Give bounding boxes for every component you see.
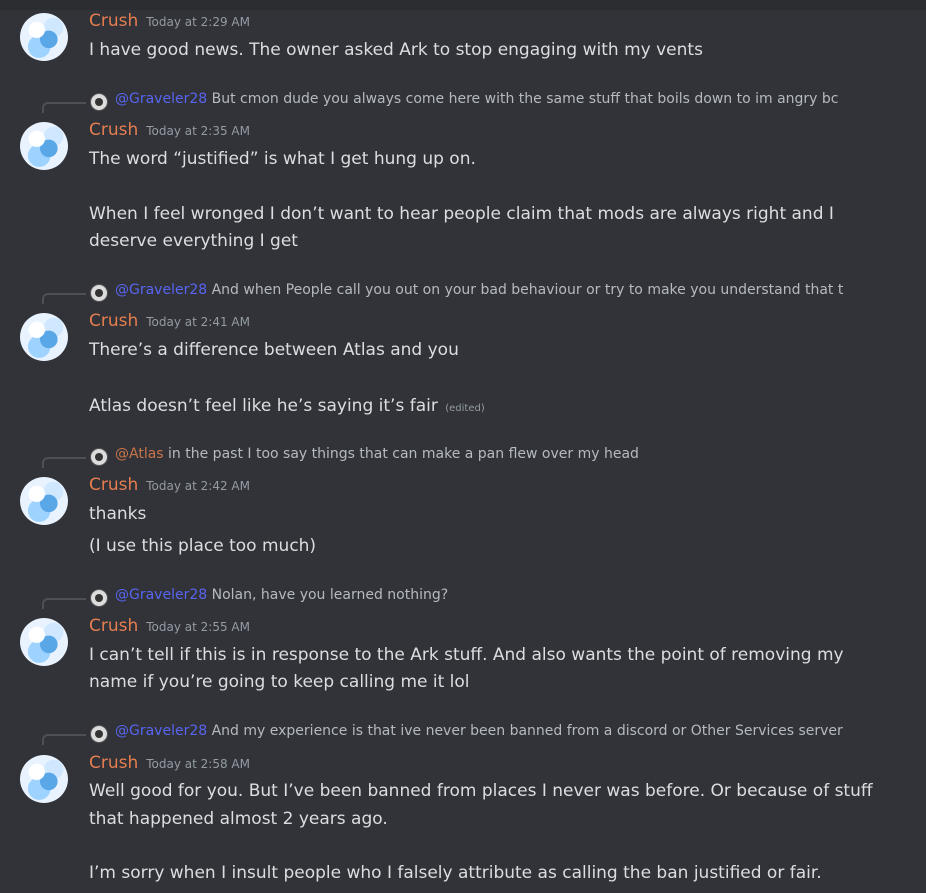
timestamp[interactable]: Today at 2:58 AM xyxy=(146,757,250,771)
reply-preview[interactable]: @Graveler28 And my experience is that iv… xyxy=(0,723,926,745)
reply-text[interactable]: Nolan, have you learned nothing? xyxy=(212,587,449,603)
message-header: Crush Today at 2:41 AM xyxy=(89,311,250,331)
timestamp[interactable]: Today at 2:35 AM xyxy=(146,124,250,138)
message-header: Crush Today at 2:42 AM xyxy=(89,475,250,495)
reply-mention[interactable]: @Graveler28 xyxy=(115,91,207,107)
message-header: Crush Today at 2:55 AM xyxy=(89,616,250,636)
reply-mention[interactable]: @Graveler28 xyxy=(115,282,207,298)
author-name[interactable]: Crush xyxy=(89,11,138,31)
message-text: I’m sorry when I insult people who I fal… xyxy=(89,863,822,883)
reply-text[interactable]: And my experience is that ive never been… xyxy=(212,723,843,739)
edited-label[interactable]: (edited) xyxy=(445,403,485,414)
reply-avatar-icon xyxy=(90,448,108,466)
reply-text[interactable]: But cmon dude you always come here with … xyxy=(212,91,839,107)
reply-text[interactable]: And when People call you out on your bad… xyxy=(212,282,844,298)
author-name[interactable]: Crush xyxy=(89,311,138,331)
message-header: Crush Today at 2:35 AM xyxy=(89,120,250,140)
reply-spine xyxy=(42,293,86,304)
message-text: Well good for you. But I’ve been banned … xyxy=(89,781,873,801)
reply-spine xyxy=(42,734,86,745)
timestamp[interactable]: Today at 2:55 AM xyxy=(146,620,250,634)
reply-preview[interactable]: @Atlas in the past I too say things that… xyxy=(0,446,926,468)
avatar[interactable] xyxy=(20,755,68,803)
channel-top-bar xyxy=(0,0,926,10)
avatar[interactable] xyxy=(20,13,68,61)
avatar[interactable] xyxy=(20,618,68,666)
reply-text[interactable]: in the past I too say things that can ma… xyxy=(168,446,639,462)
reply-preview[interactable]: @Graveler28 And when People call you out… xyxy=(0,282,926,304)
timestamp[interactable]: Today at 2:29 AM xyxy=(146,15,250,29)
reply-avatar-icon xyxy=(90,589,108,607)
message-text: deserve everything I get xyxy=(89,231,298,251)
author-name[interactable]: Crush xyxy=(89,753,138,773)
reply-spine xyxy=(42,102,86,113)
message-text: (I use this place too much) xyxy=(89,536,317,556)
message-text: thanks xyxy=(89,504,147,524)
reply-preview[interactable]: @Graveler28 Nolan, have you learned noth… xyxy=(0,587,926,609)
author-name[interactable]: Crush xyxy=(89,120,138,140)
reply-mention[interactable]: @Atlas xyxy=(115,446,164,462)
timestamp[interactable]: Today at 2:42 AM xyxy=(146,479,250,493)
message-text: I have good news. The owner asked Ark to… xyxy=(89,40,703,60)
message-text: that happened almost 2 years ago. xyxy=(89,809,388,829)
message-text: I can’t tell if this is in response to t… xyxy=(89,645,844,665)
message-text: There’s a difference between Atlas and y… xyxy=(89,340,459,360)
avatar[interactable] xyxy=(20,477,68,525)
author-name[interactable]: Crush xyxy=(89,616,138,636)
message-header: Crush Today at 2:29 AM xyxy=(89,11,250,31)
reply-mention[interactable]: @Graveler28 xyxy=(115,723,207,739)
avatar[interactable] xyxy=(20,313,68,361)
timestamp[interactable]: Today at 2:41 AM xyxy=(146,315,250,329)
message-header: Crush Today at 2:58 AM xyxy=(89,753,250,773)
reply-spine xyxy=(42,457,86,468)
reply-avatar-icon xyxy=(90,725,108,743)
reply-avatar-icon xyxy=(90,93,108,111)
message-text-edited: Atlas doesn’t feel like he’s saying it’s… xyxy=(89,393,485,422)
reply-spine xyxy=(42,598,86,609)
message-text: name if you’re going to keep calling me … xyxy=(89,672,470,692)
reply-avatar-icon xyxy=(90,284,108,302)
author-name[interactable]: Crush xyxy=(89,475,138,495)
reply-mention[interactable]: @Graveler28 xyxy=(115,587,207,603)
message-text: The word “justified” is what I get hung … xyxy=(89,149,476,169)
message-text: When I feel wronged I don’t want to hear… xyxy=(89,204,834,224)
message-text: Atlas doesn’t feel like he’s saying it’s… xyxy=(89,396,438,416)
avatar[interactable] xyxy=(20,122,68,170)
reply-preview[interactable]: @Graveler28 But cmon dude you always com… xyxy=(0,91,926,113)
